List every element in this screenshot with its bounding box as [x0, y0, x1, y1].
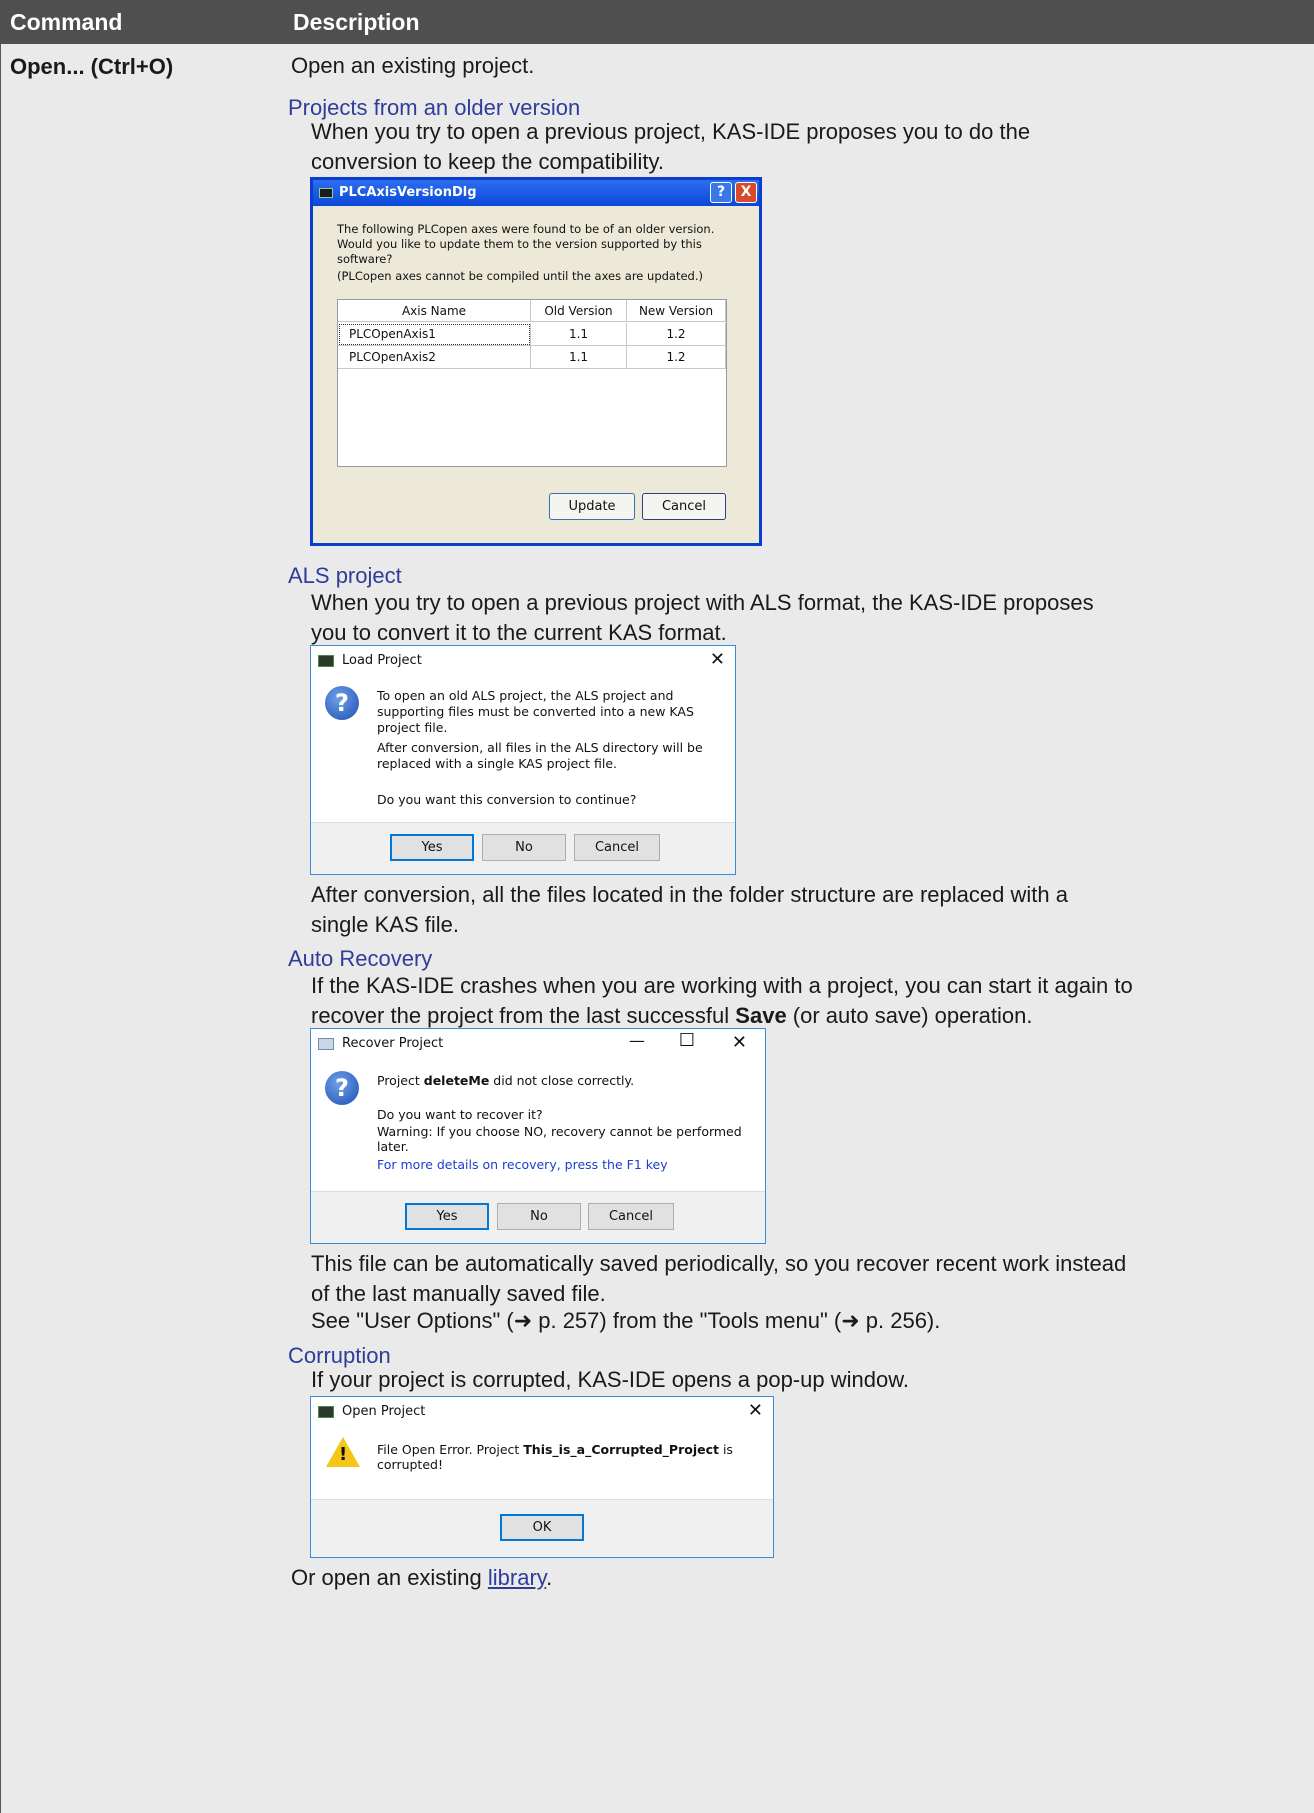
- command-name: Open... (Ctrl+O): [10, 54, 174, 79]
- dialog-titlebar: Load Project ✕: [311, 646, 735, 676]
- app-icon: [318, 655, 334, 667]
- heading-als-project: ALS project: [288, 563, 402, 588]
- app-icon: [319, 188, 333, 198]
- axis-note: (PLCopen axes cannot be compiled until t…: [337, 269, 703, 283]
- als-text: When you try to open a previous project …: [311, 590, 1094, 645]
- recover-message-part: did not close correctly.: [489, 1073, 635, 1088]
- open-project-dialog: Open Project ✕ ! File Open Error. Projec…: [310, 1396, 774, 1558]
- axis-message: The following PLCopen axes were found to…: [337, 222, 715, 266]
- intro-text: Open an existing project.: [291, 53, 535, 78]
- col-axis-name[interactable]: Axis Name: [338, 300, 531, 322]
- project-name: deleteMe: [423, 1073, 490, 1088]
- recover-project-dialog: Recover Project — ☐ ✕ ? Project deleteMe…: [310, 1028, 766, 1244]
- app-icon: [318, 1406, 334, 1418]
- dialog-footer: OK: [311, 1499, 773, 1557]
- recovery-help-link[interactable]: For more details on recovery, press the …: [377, 1157, 668, 1172]
- no-button[interactable]: No: [497, 1203, 581, 1230]
- table-cell[interactable]: 1.2: [627, 323, 726, 346]
- cancel-button[interactable]: Cancel: [574, 834, 660, 861]
- maximize-icon[interactable]: ☐: [679, 1030, 695, 1051]
- table-header: Command Description: [0, 0, 1314, 44]
- library-link[interactable]: library: [488, 1565, 546, 1590]
- close-icon[interactable]: ✕: [710, 649, 725, 670]
- app-icon: [318, 1038, 334, 1050]
- recovery-text-part: (or auto save) operation.: [786, 1003, 1033, 1028]
- col-new-version[interactable]: New Version: [627, 300, 726, 322]
- load-message-2: After conversion, all files in the ALS d…: [377, 740, 703, 771]
- ok-button[interactable]: OK: [500, 1514, 584, 1541]
- cancel-button[interactable]: Cancel: [642, 493, 726, 520]
- cancel-button[interactable]: Cancel: [588, 1203, 674, 1230]
- dialog-titlebar: Open Project ✕: [311, 1397, 773, 1427]
- yes-button[interactable]: Yes: [390, 834, 474, 861]
- header-command: Command: [10, 9, 123, 35]
- dialog-title: Open Project: [342, 1404, 426, 1419]
- dialog-titlebar: PLCAxisVersionDlg ? X: [313, 180, 759, 206]
- corrupted-project-name: This_is_a_Corrupted_Project: [523, 1442, 719, 1457]
- dialog-title: Load Project: [342, 653, 422, 668]
- older-version-text: When you try to open a previous project,…: [311, 119, 1031, 174]
- recovery-see-also[interactable]: See "User Options" (➜ p. 257) from the "…: [311, 1306, 940, 1336]
- update-button[interactable]: Update: [549, 493, 635, 520]
- recover-message: Project deleteMe did not close correctly…: [377, 1073, 634, 1088]
- open-error-message: File Open Error. Project This_is_a_Corru…: [377, 1442, 773, 1472]
- warning-icon: !: [326, 1437, 360, 1467]
- dialog-footer: Yes No Cancel: [311, 822, 735, 874]
- recovery-after-text: This file can be automatically saved per…: [311, 1251, 1127, 1306]
- close-icon[interactable]: X: [735, 182, 757, 203]
- footer-text-part: .: [546, 1565, 553, 1590]
- header-description: Description: [293, 9, 420, 35]
- table-row[interactable]: PLCOpenAxis1: [338, 323, 531, 346]
- dialog-title: PLCAxisVersionDlg: [339, 185, 477, 200]
- heading-auto-recovery: Auto Recovery: [288, 946, 433, 971]
- load-message: To open an old ALS project, the ALS proj…: [377, 688, 694, 735]
- save-keyword: Save: [735, 1003, 787, 1028]
- no-button[interactable]: No: [482, 834, 566, 861]
- question-icon: ?: [325, 1071, 359, 1105]
- close-icon[interactable]: ✕: [748, 1400, 763, 1421]
- dialog-footer: Yes No Cancel: [311, 1191, 765, 1243]
- recover-warning: Warning: If you choose NO, recovery cann…: [377, 1124, 742, 1154]
- recovery-text: If the KAS-IDE crashes when you are work…: [311, 971, 1141, 1031]
- recover-message-part: Project: [377, 1073, 424, 1088]
- yes-button[interactable]: Yes: [405, 1203, 489, 1230]
- axis-grid[interactable]: Axis Name Old Version New Version PLCOpe…: [337, 299, 727, 467]
- table-row[interactable]: PLCOpenAxis2: [338, 346, 531, 369]
- dialog-title: Recover Project: [342, 1036, 444, 1051]
- table-cell[interactable]: 1.1: [531, 323, 627, 346]
- dialog-titlebar: Recover Project — ☐ ✕: [311, 1029, 765, 1059]
- corruption-text: If your project is corrupted, KAS-IDE op…: [311, 1367, 909, 1392]
- question-icon: ?: [325, 686, 359, 720]
- footer-text-part: Or open an existing: [291, 1565, 488, 1590]
- load-project-dialog: Load Project ✕ ? To open an old ALS proj…: [310, 645, 736, 875]
- load-question: Do you want this conversion to continue?: [377, 792, 637, 807]
- table-cell[interactable]: 1.1: [531, 346, 627, 369]
- table-cell[interactable]: 1.2: [627, 346, 726, 369]
- close-icon[interactable]: ✕: [732, 1032, 747, 1053]
- footer-text: Or open an existing library.: [291, 1563, 552, 1593]
- plc-axis-version-dialog: PLCAxisVersionDlg ? X The following PLCo…: [310, 177, 762, 546]
- open-error-part: File Open Error. Project: [377, 1442, 524, 1457]
- col-old-version[interactable]: Old Version: [531, 300, 627, 322]
- warning-glyph: !: [339, 1444, 348, 1465]
- minimize-icon[interactable]: —: [629, 1031, 645, 1050]
- recover-question: Do you want to recover it?: [377, 1107, 543, 1122]
- help-icon[interactable]: ?: [710, 182, 732, 203]
- als-after-text: After conversion, all the files located …: [311, 882, 1068, 937]
